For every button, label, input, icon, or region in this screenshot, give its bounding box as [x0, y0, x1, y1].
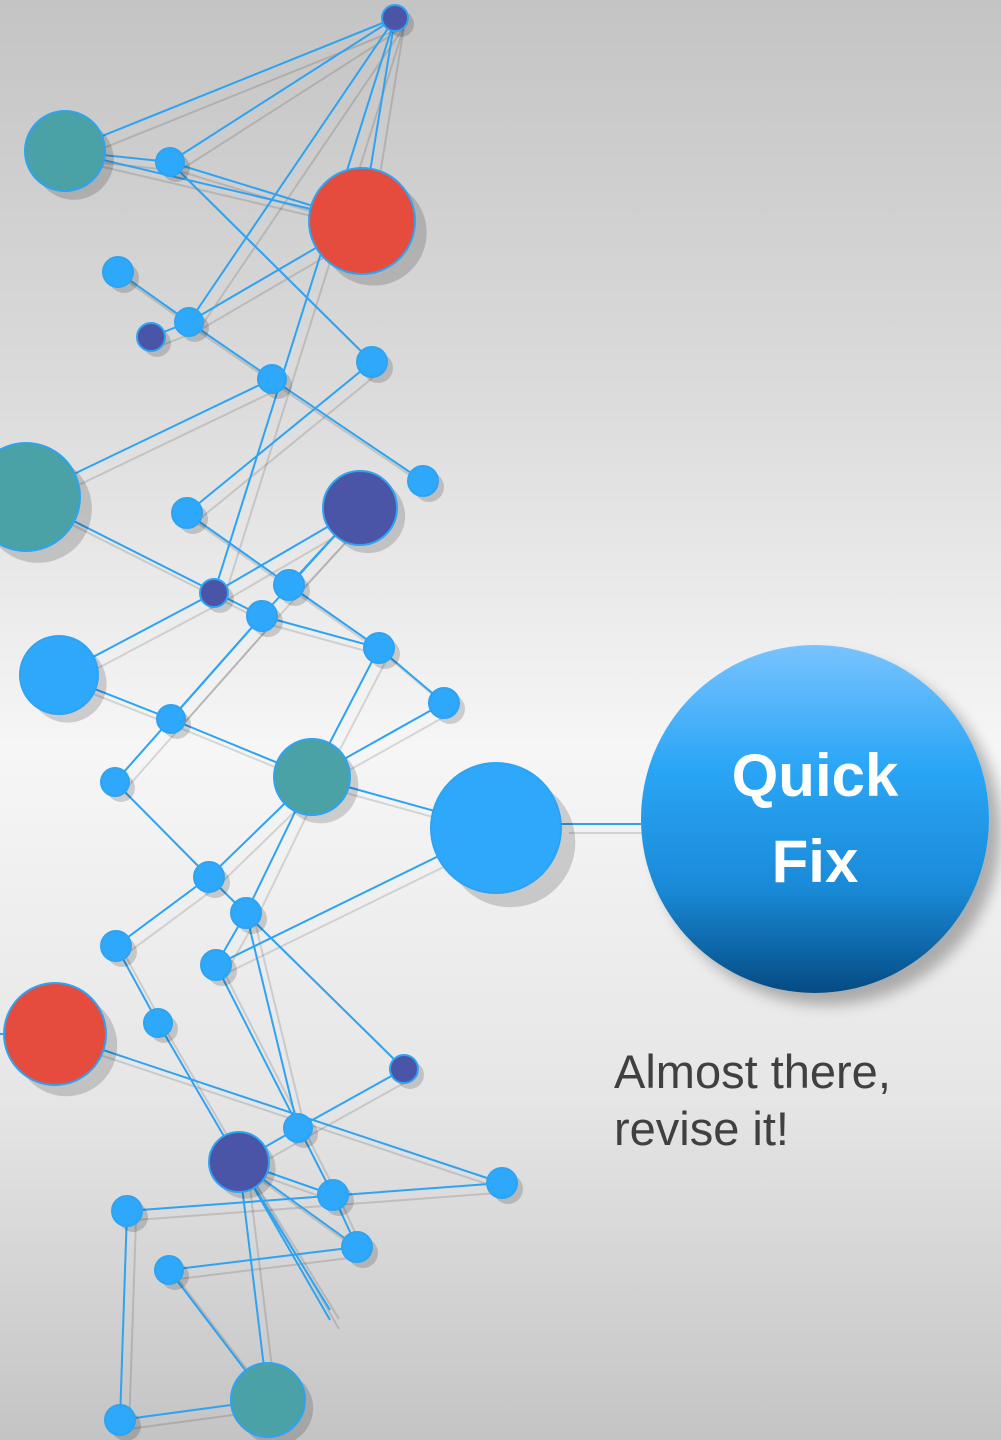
network-node-blue [171, 497, 203, 529]
network-node-blue [257, 364, 287, 394]
network-node-teal [273, 738, 351, 816]
network-node-red [308, 167, 416, 275]
network-node-blue [156, 704, 186, 734]
network-node-blue [230, 897, 262, 929]
network-node-blue [155, 147, 185, 177]
network-node-blue [356, 346, 388, 378]
network-node-blue [143, 1008, 173, 1038]
edge-shadow [73, 26, 405, 161]
network-node-blue [154, 1255, 184, 1285]
network-node-blue [407, 465, 439, 497]
edge-shadow [124, 885, 219, 956]
network-node-blue [19, 635, 99, 715]
network-edge [271, 378, 424, 482]
network-node-blue [100, 930, 132, 962]
network-node-blue [283, 1113, 313, 1143]
node-shadows [0, 11, 576, 1440]
network-edge [115, 876, 210, 947]
network-node-blue [317, 1179, 349, 1211]
network-node-navy [389, 1054, 419, 1084]
network-node-teal [24, 110, 106, 192]
network-edge [297, 1068, 405, 1129]
badge-title: Quick Fix [731, 742, 899, 895]
network-node-blue [486, 1167, 518, 1199]
network-node-blue [341, 1231, 373, 1263]
network-node-blue [193, 861, 225, 893]
feedback-message: Almost there, revise it! [614, 1045, 891, 1155]
edge-shadow [254, 921, 308, 1138]
network-node-navy [208, 1131, 270, 1193]
network-node-blue [363, 632, 395, 664]
network-node-blue [174, 307, 204, 337]
network-edge [54, 1033, 503, 1184]
edge-shadow [128, 1219, 137, 1430]
network-edge [168, 1246, 358, 1271]
network-node-blue [100, 767, 130, 797]
network-edge [64, 17, 396, 152]
network-node-blue [273, 569, 305, 601]
network-node-navy [322, 470, 398, 546]
network-node-blue [428, 687, 460, 719]
network-node-blue [200, 949, 232, 981]
network-node-navy [136, 322, 166, 352]
network-edge [119, 1210, 128, 1421]
edge-shadow [123, 624, 272, 792]
network-node-blue [104, 1404, 136, 1436]
network-node-blue [430, 762, 562, 894]
edge-shadow [177, 1255, 367, 1280]
network-edge [245, 912, 299, 1129]
quick-fix-badge: Quick Fix [641, 645, 989, 993]
network-edge [114, 615, 263, 783]
edge-shadow [306, 1077, 414, 1138]
network-node-red [3, 982, 107, 1086]
network-node-navy [381, 4, 409, 32]
network-node-navy [199, 578, 229, 608]
network-node-blue [102, 256, 134, 288]
network-node-teal [230, 1362, 306, 1438]
network-node-blue [246, 600, 278, 632]
network-node-blue [111, 1195, 143, 1227]
